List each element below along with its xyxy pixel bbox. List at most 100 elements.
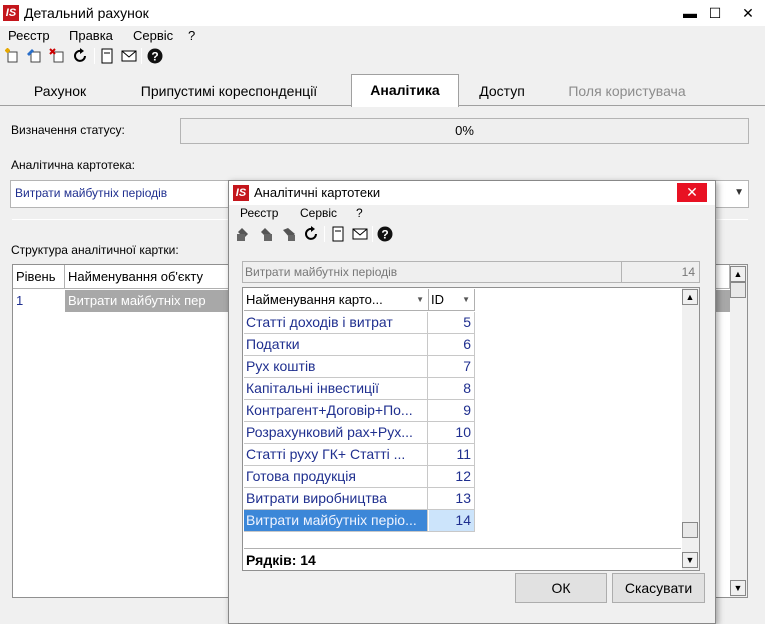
menu-help[interactable]: ? — [188, 28, 195, 43]
main-title-bar[interactable]: IS Детальний рахунок ▬ ☐ ✕ — [0, 0, 765, 26]
menu-service[interactable]: Сервіс — [133, 28, 173, 43]
mail-icon[interactable] — [351, 225, 369, 243]
document-icon[interactable] — [329, 225, 347, 243]
status-progress-bar: 0% — [180, 118, 749, 144]
card-name-cell[interactable]: Витрати виробництва — [244, 488, 428, 509]
card-id-cell[interactable]: 14 — [429, 510, 475, 531]
minimize-button[interactable]: ▬ — [680, 4, 700, 22]
cards-grid[interactable]: Найменування карто... ▼ ID ▼ Статті дохо… — [242, 287, 700, 571]
delete-icon[interactable] — [48, 47, 66, 65]
card-id-cell[interactable]: 11 — [429, 444, 475, 465]
tab-correspondences[interactable]: Припустимі кореспонденції — [118, 76, 340, 106]
analytic-cards-dialog: IS Аналітичні картотеки ✕ Реєстр Сервіс … — [228, 180, 716, 624]
table-row[interactable]: Контрагент+Договір+По... 9 — [244, 400, 475, 422]
structure-label: Структура аналітичної картки: — [11, 243, 179, 257]
cancel-button[interactable]: Скасувати — [612, 573, 705, 603]
card-id-cell[interactable]: 8 — [429, 378, 475, 399]
toolbar-separator — [324, 226, 325, 242]
dialog-title: Аналітичні картотеки — [254, 185, 381, 200]
row-count: Рядків: 14 — [244, 548, 681, 570]
edit-icon[interactable] — [25, 47, 43, 65]
selected-card-name: Витрати майбутніх періодів — [245, 265, 398, 279]
scroll-up-icon[interactable]: ▲ — [730, 266, 746, 282]
main-menu-bar: Реєстр Правка Сервіс ? — [0, 27, 765, 45]
card-id-cell[interactable]: 12 — [429, 466, 475, 487]
card-name-cell[interactable]: Готова продукція — [244, 466, 428, 487]
refresh-icon[interactable] — [72, 47, 90, 65]
menu-edit[interactable]: Правка — [69, 28, 113, 43]
table-row[interactable]: Витрати виробництва 13 — [244, 488, 475, 510]
table-row[interactable]: Капітальні інвестиції 8 — [244, 378, 475, 400]
card-id-cell[interactable]: 7 — [429, 356, 475, 377]
svg-text:?: ? — [151, 50, 158, 64]
scroll-thumb[interactable] — [730, 282, 746, 298]
mail-icon[interactable] — [120, 47, 138, 65]
card-name-cell[interactable]: Статті руху ГК+ Статті ... — [244, 444, 428, 465]
card-id-cell[interactable]: 6 — [429, 334, 475, 355]
table-row[interactable]: Статті руху ГК+ Статті ... 11 — [244, 444, 475, 466]
tab-user-fields: Поля користувача — [568, 83, 686, 99]
edit-icon — [257, 225, 275, 243]
card-name-cell[interactable]: Рух коштів — [244, 356, 428, 377]
sort-arrow-icon[interactable]: ▼ — [416, 289, 424, 311]
selected-card-id: 14 — [681, 265, 695, 279]
card-id-cell[interactable]: 10 — [429, 422, 475, 443]
card-id-cell[interactable]: 9 — [429, 400, 475, 421]
card-name-cell[interactable]: Контрагент+Договір+По... — [244, 400, 428, 421]
card-name-cell[interactable]: Статті доходів і витрат — [244, 312, 428, 333]
card-name-cell[interactable]: Податки — [244, 334, 428, 355]
card-name-cell[interactable]: Капітальні інвестиції — [244, 378, 428, 399]
add-icon — [234, 225, 252, 243]
close-button[interactable]: ✕ — [738, 4, 758, 22]
table-row[interactable]: Розрахунковий рах+Рух... 10 — [244, 422, 475, 444]
app-logo-icon: IS — [3, 5, 19, 21]
card-name-cell[interactable]: Витрати майбутніх періо... — [244, 510, 428, 531]
dialog-menu-service[interactable]: Сервіс — [300, 206, 337, 220]
column-header-name[interactable]: Найменування карто... ▼ — [244, 289, 429, 311]
add-icon[interactable] — [3, 47, 21, 65]
card-label: Аналітична картотека: — [11, 158, 135, 172]
main-toolbar: ? — [0, 45, 765, 69]
cards-scrollbar[interactable]: ▲ ▼ — [682, 288, 699, 570]
tab-analytics[interactable]: Аналітика — [351, 74, 459, 107]
table-row[interactable]: Статті доходів і витрат 5 — [244, 312, 475, 334]
tab-strip: Рахунок Припустимі кореспонденції Аналіт… — [0, 72, 765, 107]
toolbar-separator — [141, 48, 142, 64]
column-header-id[interactable]: ID ▼ — [429, 289, 475, 311]
scroll-down-icon[interactable]: ▼ — [730, 580, 746, 596]
table-row[interactable]: Витрати майбутніх періо... 14 — [244, 510, 475, 532]
sort-arrow-icon[interactable]: ▼ — [462, 289, 470, 311]
help-icon[interactable]: ? — [146, 47, 164, 65]
tab-access[interactable]: Доступ — [462, 76, 542, 106]
table-row[interactable]: Готова продукція 12 — [244, 466, 475, 488]
card-id-cell[interactable]: 13 — [429, 488, 475, 509]
dialog-menu-registry[interactable]: Реєстр — [240, 206, 278, 220]
card-id-cell[interactable]: 5 — [429, 312, 475, 333]
scroll-down-icon[interactable]: ▼ — [682, 552, 698, 568]
scroll-thumb[interactable] — [682, 522, 698, 538]
chevron-down-icon[interactable]: ▼ — [734, 187, 744, 198]
structure-scrollbar[interactable]: ▲ ▼ — [730, 265, 747, 597]
dialog-close-button[interactable]: ✕ — [677, 183, 707, 202]
document-icon[interactable] — [98, 47, 116, 65]
help-icon[interactable]: ? — [376, 225, 394, 243]
app-logo-icon: IS — [233, 185, 249, 201]
table-row[interactable]: Податки 6 — [244, 334, 475, 356]
scroll-up-icon[interactable]: ▲ — [682, 289, 698, 305]
dialog-title-bar[interactable]: IS Аналітичні картотеки ✕ — [229, 181, 715, 205]
maximize-button[interactable]: ☐ — [705, 4, 725, 22]
dialog-toolbar: ? — [229, 223, 715, 247]
status-label: Визначення статусу: — [11, 123, 125, 137]
tab-account[interactable]: Рахунок — [12, 76, 108, 106]
ok-button[interactable]: ОК — [515, 573, 607, 603]
card-name-cell[interactable]: Розрахунковий рах+Рух... — [244, 422, 428, 443]
svg-text:?: ? — [381, 228, 388, 242]
dialog-menu-bar: Реєстр Сервіс ? — [229, 205, 715, 223]
delete-icon — [280, 225, 298, 243]
structure-row-level[interactable]: 1 — [13, 290, 65, 312]
column-header-level[interactable]: Рівень — [13, 265, 65, 289]
menu-registry[interactable]: Реєстр — [8, 28, 50, 43]
table-row[interactable]: Рух коштів 7 — [244, 356, 475, 378]
dialog-menu-help[interactable]: ? — [356, 206, 363, 220]
refresh-icon[interactable] — [303, 225, 321, 243]
